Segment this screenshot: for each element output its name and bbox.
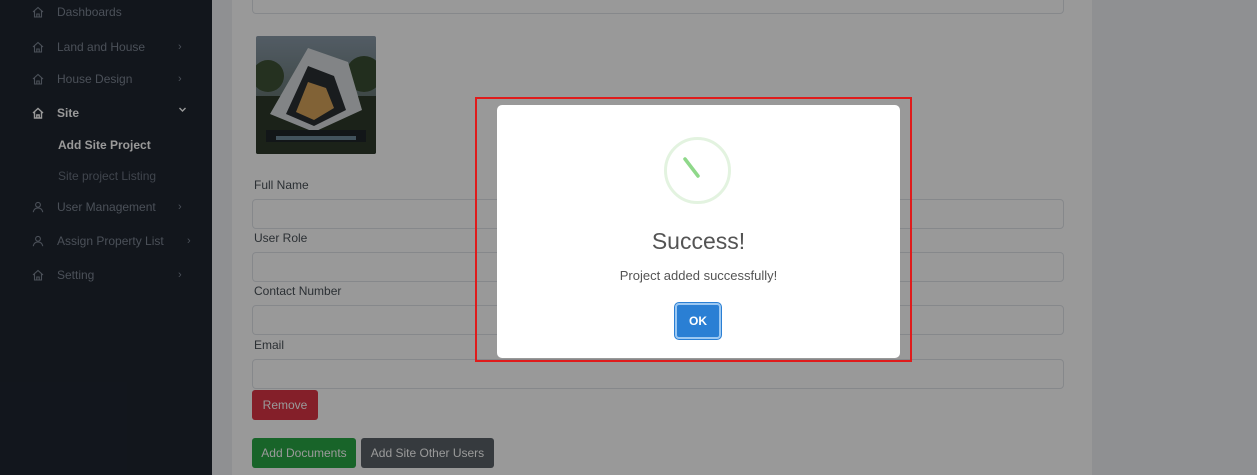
dialog-title: Success! bbox=[651, 228, 746, 254]
success-check-icon bbox=[663, 136, 732, 205]
dialog-message: Project added successfully! bbox=[619, 268, 778, 283]
ok-button[interactable]: OK bbox=[675, 303, 721, 339]
success-dialog: Success! Project added successfully! OK bbox=[497, 105, 900, 358]
